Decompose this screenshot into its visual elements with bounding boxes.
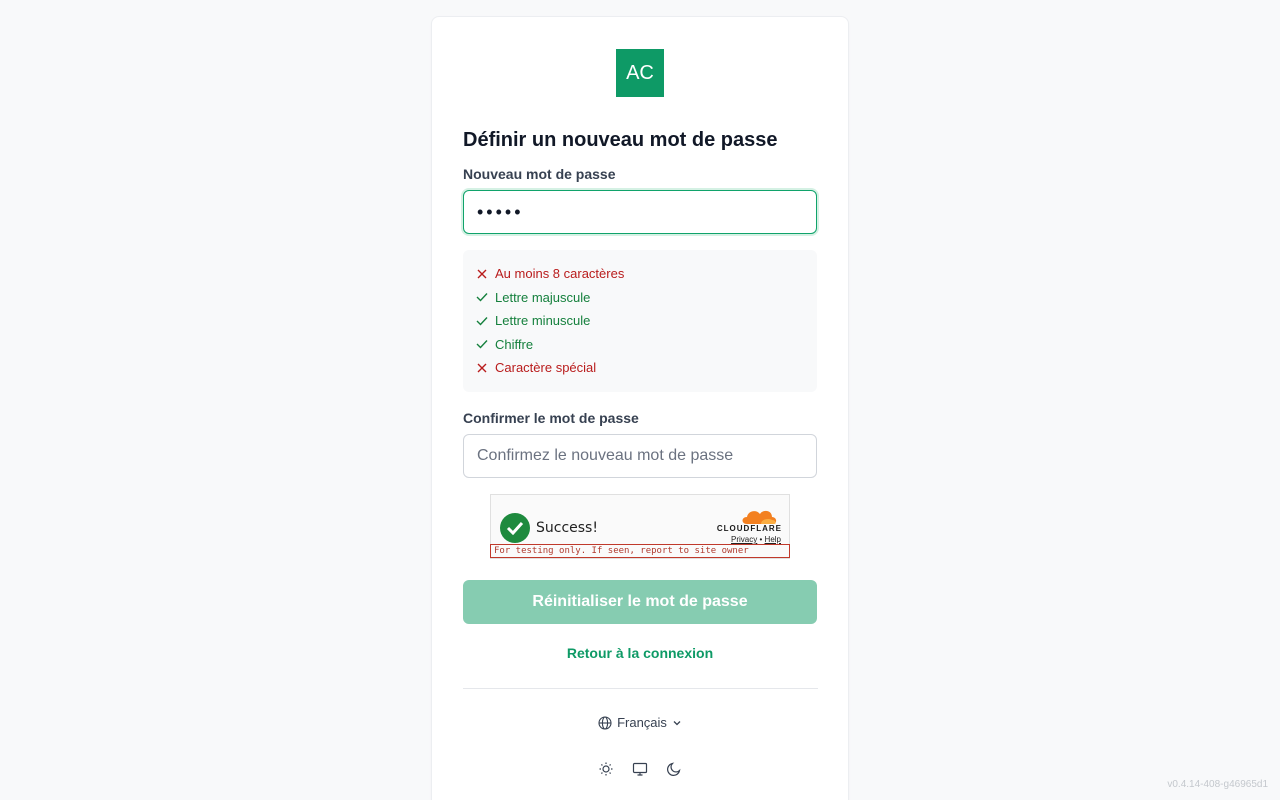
reset-password-button[interactable]: Réinitialiser le mot de passe bbox=[463, 580, 817, 624]
cross-icon bbox=[476, 362, 488, 374]
requirement-text: Au moins 8 caractères bbox=[495, 266, 625, 282]
page-title: Définir un nouveau mot de passe bbox=[463, 129, 778, 151]
divider bbox=[463, 688, 818, 689]
chevron-down-icon bbox=[673, 720, 681, 725]
requirement-text: Lettre minuscule bbox=[495, 313, 591, 329]
requirement-item: Chiffre bbox=[476, 333, 804, 357]
check-icon bbox=[476, 338, 488, 350]
version-label: v0.4.14-408-g46965d1 bbox=[1167, 779, 1268, 790]
moon-icon[interactable] bbox=[666, 761, 682, 777]
requirement-item: Caractère spécial bbox=[476, 356, 804, 380]
requirement-item: Lettre minuscule bbox=[476, 309, 804, 333]
monitor-icon[interactable] bbox=[632, 761, 648, 777]
captcha-testing-notice: For testing only. If seen, report to sit… bbox=[490, 544, 790, 558]
captcha-status: Success! bbox=[536, 520, 598, 536]
success-check-icon bbox=[500, 513, 530, 543]
requirement-item: Au moins 8 caractères bbox=[476, 262, 804, 286]
back-to-login-link[interactable]: Retour à la connexion bbox=[432, 645, 848, 661]
language-selector[interactable]: Français bbox=[432, 715, 848, 730]
captcha-links: Privacy • Help bbox=[731, 535, 781, 544]
cross-icon bbox=[476, 268, 488, 280]
help-link[interactable]: Help bbox=[765, 535, 781, 544]
requirement-text: Caractère spécial bbox=[495, 360, 597, 376]
confirm-password-input[interactable] bbox=[463, 434, 817, 478]
language-label[interactable]: Français bbox=[617, 715, 667, 730]
requirement-text: Lettre majuscule bbox=[495, 289, 591, 305]
globe-icon bbox=[598, 715, 612, 730]
new-password-input[interactable] bbox=[463, 190, 817, 234]
password-requirements: Au moins 8 caractères Lettre majuscule L… bbox=[463, 250, 817, 392]
back-to-login-text[interactable]: Retour à la connexion bbox=[567, 645, 713, 661]
privacy-link[interactable]: Privacy bbox=[731, 535, 757, 544]
reset-password-card: AC Définir un nouveau mot de passe Nouve… bbox=[431, 16, 849, 800]
sun-icon[interactable] bbox=[598, 761, 614, 777]
check-icon bbox=[476, 291, 488, 303]
new-password-label: Nouveau mot de passe bbox=[463, 166, 616, 182]
cloudflare-wordmark: CLOUDFLARE bbox=[716, 524, 782, 533]
requirement-text: Chiffre bbox=[495, 336, 534, 352]
confirm-password-label: Confirmer le mot de passe bbox=[463, 410, 639, 426]
check-icon bbox=[476, 315, 488, 327]
theme-switcher bbox=[432, 761, 848, 777]
app-logo: AC bbox=[616, 49, 664, 97]
requirement-item: Lettre majuscule bbox=[476, 286, 804, 310]
link-separator: • bbox=[759, 535, 763, 544]
logo-text: AC bbox=[626, 61, 654, 84]
